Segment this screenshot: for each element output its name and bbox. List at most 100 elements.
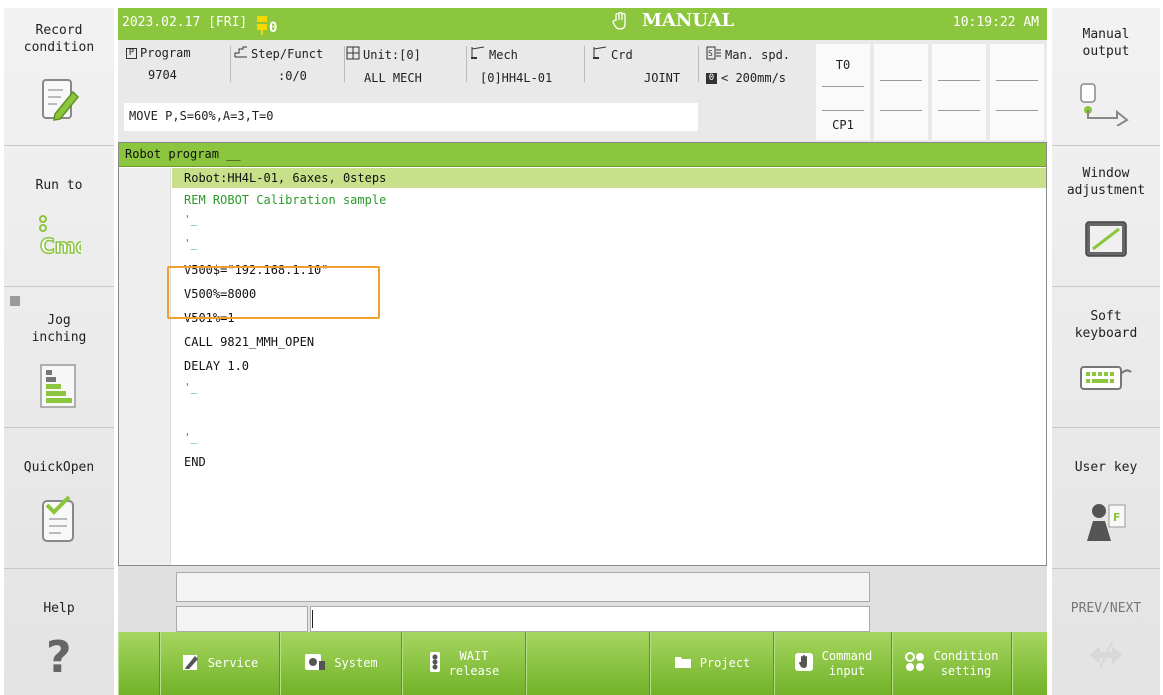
program-line-delay[interactable]: DELAY 1.0 [172,356,1046,376]
mech-field[interactable]: Mech [0]HH4L-01 [470,46,580,96]
project-label: Project [699,656,751,670]
question-icon: ? [44,632,74,683]
wait-release-button[interactable]: WAIT release [402,632,526,695]
speed-value: < 200mm/s [721,71,787,85]
program-label: Program [140,46,191,60]
program-line-rem[interactable]: REM ROBOT Calibration sample [172,190,1046,210]
svg-text:F: F [1113,511,1121,524]
project-button[interactable]: Project [650,632,774,695]
manual-speed-field[interactable]: S Man. spd. 0 < 200mm/s [706,46,812,96]
coordinate-field[interactable]: Crd JOINT [592,46,692,96]
svg-text:Cmd: Cmd [40,234,81,257]
program-line-comment[interactable]: '_ [172,382,1046,402]
separator [584,46,585,82]
quickopen-label: QuickOpen [23,460,95,475]
robot-program-window[interactable]: Robot program __ Robot:HH4L-01, 6axes, 0… [118,142,1047,566]
input-area [118,566,1047,632]
record-condition-label: Record condition [23,23,95,55]
keyboard-icon [1078,364,1134,395]
flag-count: 0 [269,20,277,36]
fkey-empty[interactable] [526,632,650,695]
date-display: 2023.02.17 [FRI] [122,15,248,30]
condition-setting-button[interactable]: Condition setting [892,632,1012,695]
run-to-label: Run to [35,178,83,193]
svg-text:?: ? [46,632,72,678]
program-title-text: Robot program [125,147,219,161]
selection-highlight-box [167,266,380,319]
command-input-button[interactable]: Command input [774,632,892,695]
message-display[interactable] [176,572,870,602]
quickopen-button[interactable]: QuickOpen [4,431,114,569]
separator [698,46,699,82]
service-button[interactable]: Service [160,632,280,695]
mech-label: Mech [489,47,518,62]
window-adjustment-button[interactable]: Window adjustment [1052,149,1160,287]
status-info-panel: P Program 9704 Step/Funct :0/0 Unit:[0] A… [118,40,1047,142]
program-field[interactable]: P Program 9704 [126,46,226,96]
tool-bottom: CP1 [832,118,854,132]
right-side-panel: Manual output Window adjustment Soft key… [1052,8,1160,695]
system-label: System [334,656,378,670]
condition-icon [905,652,925,675]
help-button[interactable]: Help ? [4,572,114,695]
command-line-display[interactable]: MOVE P,S=60%,A=3,T=0 [124,103,698,131]
program-line-blank[interactable] [172,404,1046,424]
unit-field[interactable]: Unit:[0] ALL MECH [346,46,456,96]
program-icon: P [126,47,137,59]
title-cursor: __ [218,147,241,161]
program-line-end[interactable]: END [172,452,1046,472]
window-resize-icon [1083,219,1129,262]
left-side-panel: Record condition Run to Cmd Jog inching … [4,8,114,695]
svg-text:S: S [708,49,713,58]
traffic-light-icon [429,651,441,676]
jog-indicator [10,296,20,306]
step-field[interactable]: Step/Funct :0/0 [234,46,348,96]
empty-cell[interactable] [932,44,986,140]
empty-cell[interactable] [990,44,1044,140]
fkey-empty[interactable] [118,632,160,695]
record-condition-button[interactable]: Record condition [4,8,114,146]
status-header: 2023.02.17 [FRI] 0 MANUAL 10:19:22 AM [118,8,1047,40]
run-to-button[interactable]: Run to Cmd [4,149,114,287]
crd-label: Crd [611,47,633,62]
prev-next-button[interactable]: PREV/NEXT [1052,572,1160,695]
window-adjustment-label: Window adjustment [1066,166,1146,198]
command-input-field[interactable] [310,606,870,632]
step-bars-icon [39,364,79,413]
cell-divider [938,110,980,111]
pencil-note-icon [39,78,80,125]
text-cursor [312,610,313,628]
input-prefix-field[interactable] [176,606,308,632]
cell-divider [996,80,1038,81]
cell-divider [938,80,980,81]
unit-icon [346,46,360,63]
program-value: 9704 [148,68,177,82]
program-line-header[interactable]: Robot:HH4L-01, 6axes, 0steps [172,168,1046,188]
program-line-comment[interactable]: '_ [172,432,1046,452]
system-button[interactable]: System [280,632,402,695]
user-key-button[interactable]: User key F [1052,431,1160,569]
prev-next-icon [1086,640,1126,673]
folder-icon [674,655,692,672]
program-line-comment[interactable]: '_ [172,214,1046,234]
service-icon [182,653,200,674]
user-key-label: User key [1074,460,1138,475]
crd-value: JOINT [644,71,681,85]
manual-output-button[interactable]: Manual output [1052,8,1160,146]
tool-top: T0 [835,58,851,72]
operation-mode: MANUAL [642,10,735,31]
mech-value: [0]HH4L-01 [480,71,553,85]
empty-cell[interactable] [874,44,928,140]
cell-divider [996,110,1038,111]
soft-keyboard-button[interactable]: Soft keyboard [1052,290,1160,428]
program-line-comment[interactable]: '_ [172,238,1046,258]
program-line-call[interactable]: CALL 9821_MMH_OPEN [172,332,1046,352]
speed-level: 0 [706,72,717,84]
tool-cell[interactable]: T0 CP1 [816,44,870,140]
jog-inching-button[interactable]: Jog inching [4,290,114,428]
speed-icon: S [706,46,722,63]
hand-command-icon [794,652,814,675]
cell-divider [880,110,922,111]
step-label: Step/Funct [251,46,324,61]
fkey-empty[interactable] [1012,632,1047,695]
